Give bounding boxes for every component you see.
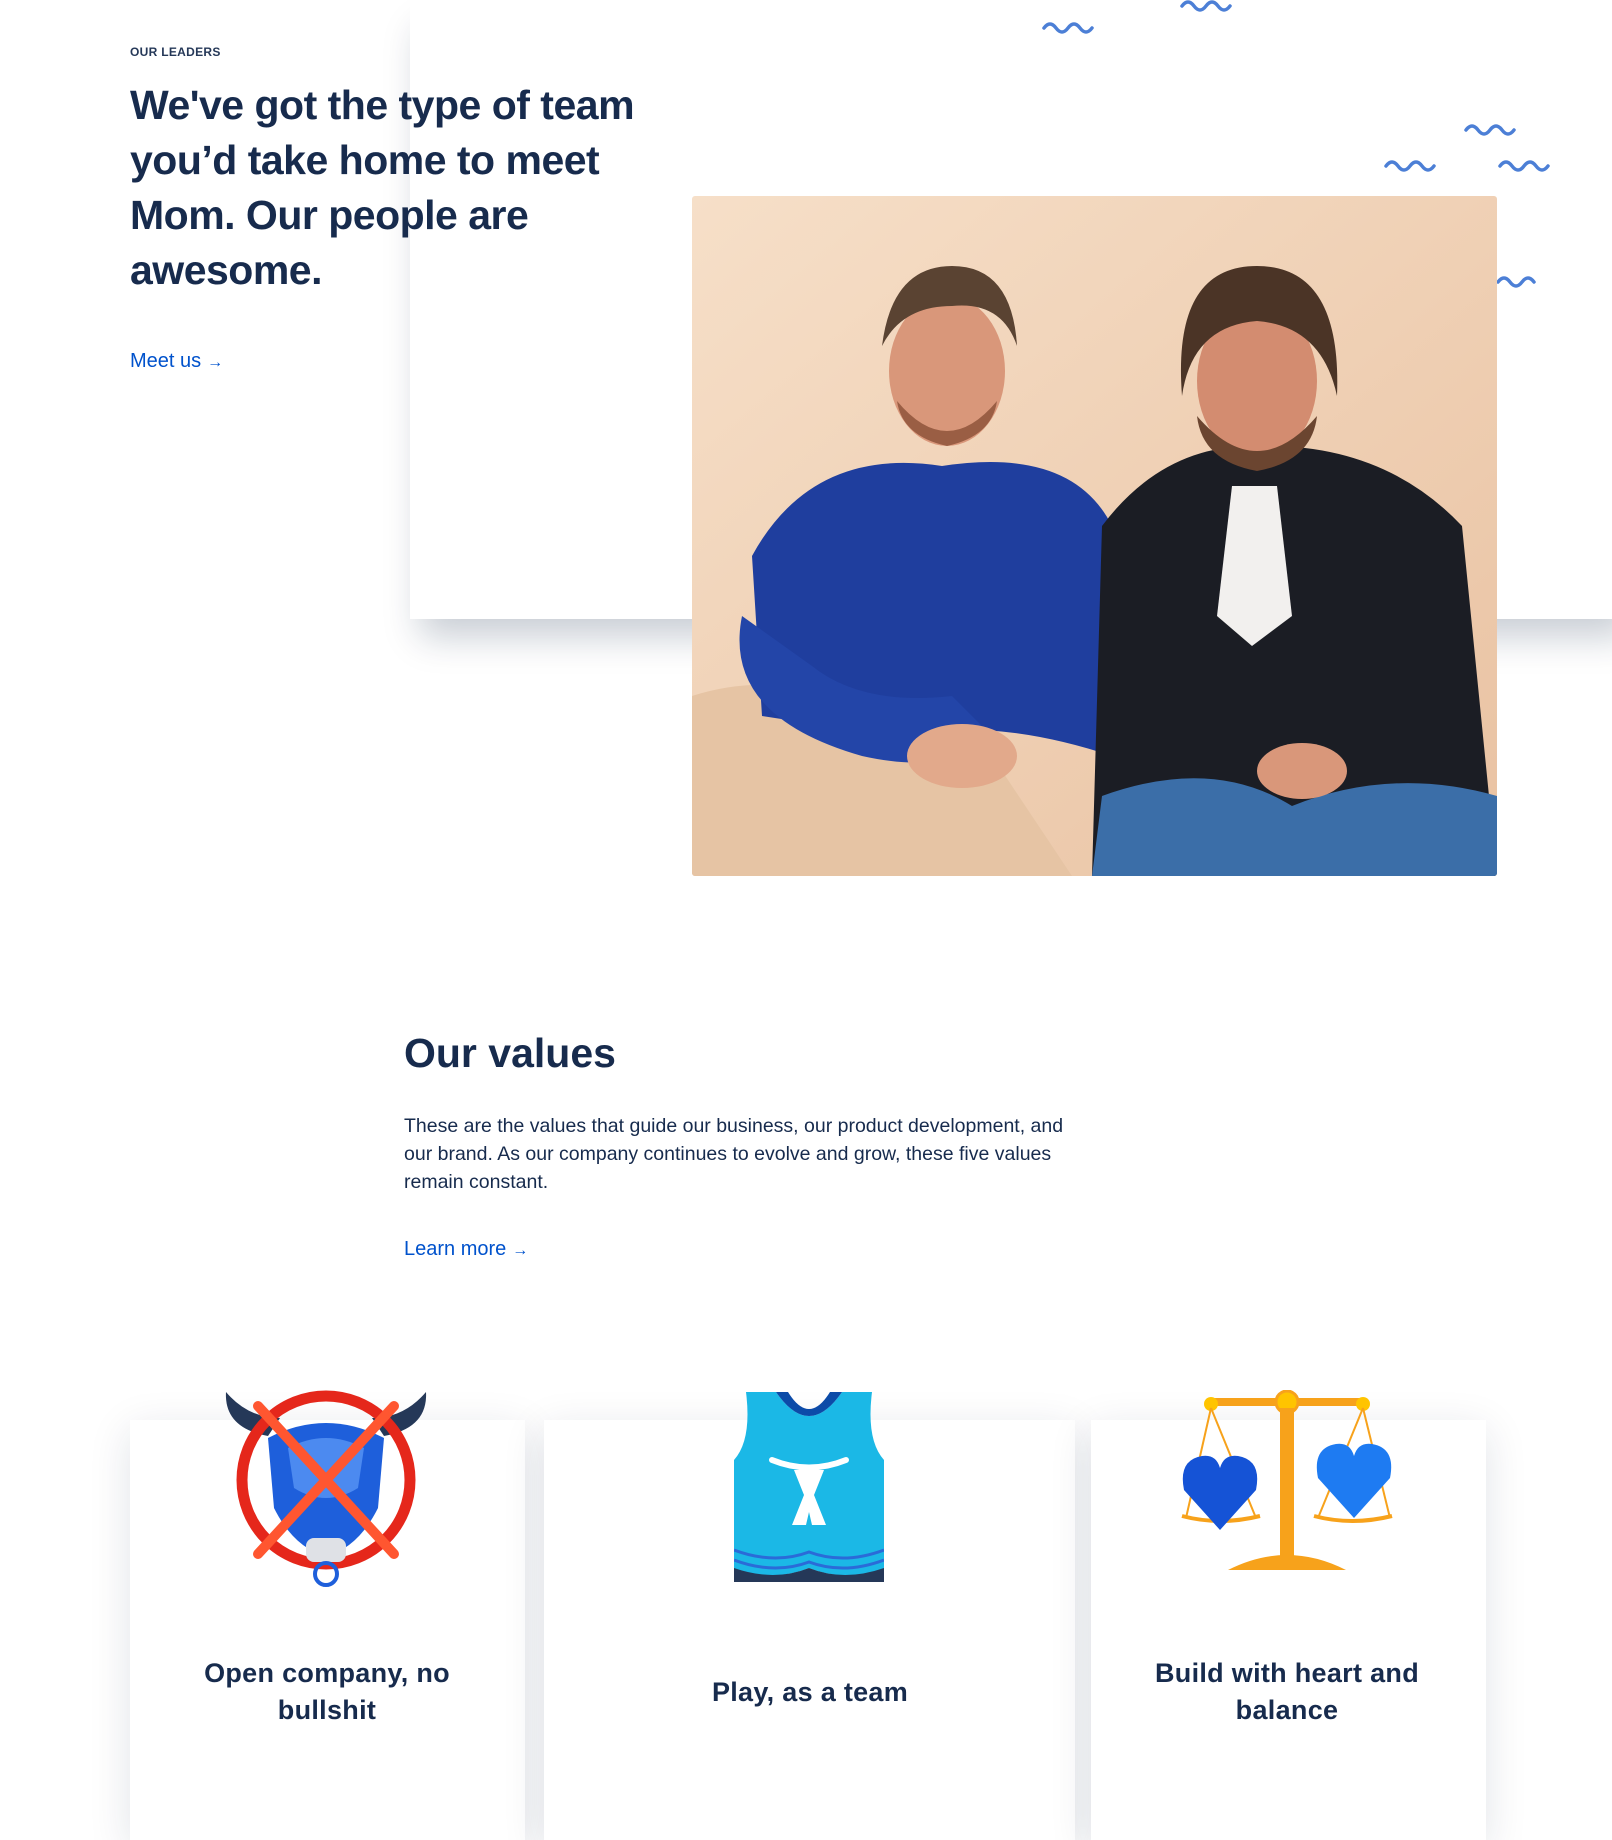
section-eyebrow: OUR LEADERS <box>130 45 221 59</box>
founders-photo <box>692 196 1497 876</box>
crossed-out-bull-icon <box>225 1390 427 1587</box>
balance-scale-hearts-icon <box>1181 1390 1393 1570</box>
squiggle-icon <box>1384 160 1436 172</box>
value-label: Build with heart and balance <box>1154 1658 1419 1725</box>
learn-more-link[interactable]: Learn more → <box>404 1238 528 1261</box>
squiggle-icon <box>1496 276 1536 288</box>
learn-more-label: Learn more <box>404 1238 507 1260</box>
team-jersey-icon <box>734 1392 884 1582</box>
squiggle-icon <box>1498 160 1550 172</box>
meet-us-label: Meet us <box>130 350 202 372</box>
arrow-right-icon: → <box>512 1242 529 1259</box>
arrow-right-icon: → <box>207 354 224 371</box>
squiggle-icon <box>1042 22 1094 34</box>
leaders-headline: We've got the type of team you’d take ho… <box>130 82 635 293</box>
squiggle-icon <box>1180 0 1232 12</box>
value-label: Open company, no bullshit <box>204 1658 450 1725</box>
value-label: Play, as a team <box>711 1677 909 1707</box>
values-title: Our values <box>404 1030 616 1076</box>
values-description: These are the values that guide our busi… <box>404 1115 1064 1193</box>
squiggle-icon <box>1464 124 1516 136</box>
meet-us-link[interactable]: Meet us → <box>130 350 223 373</box>
